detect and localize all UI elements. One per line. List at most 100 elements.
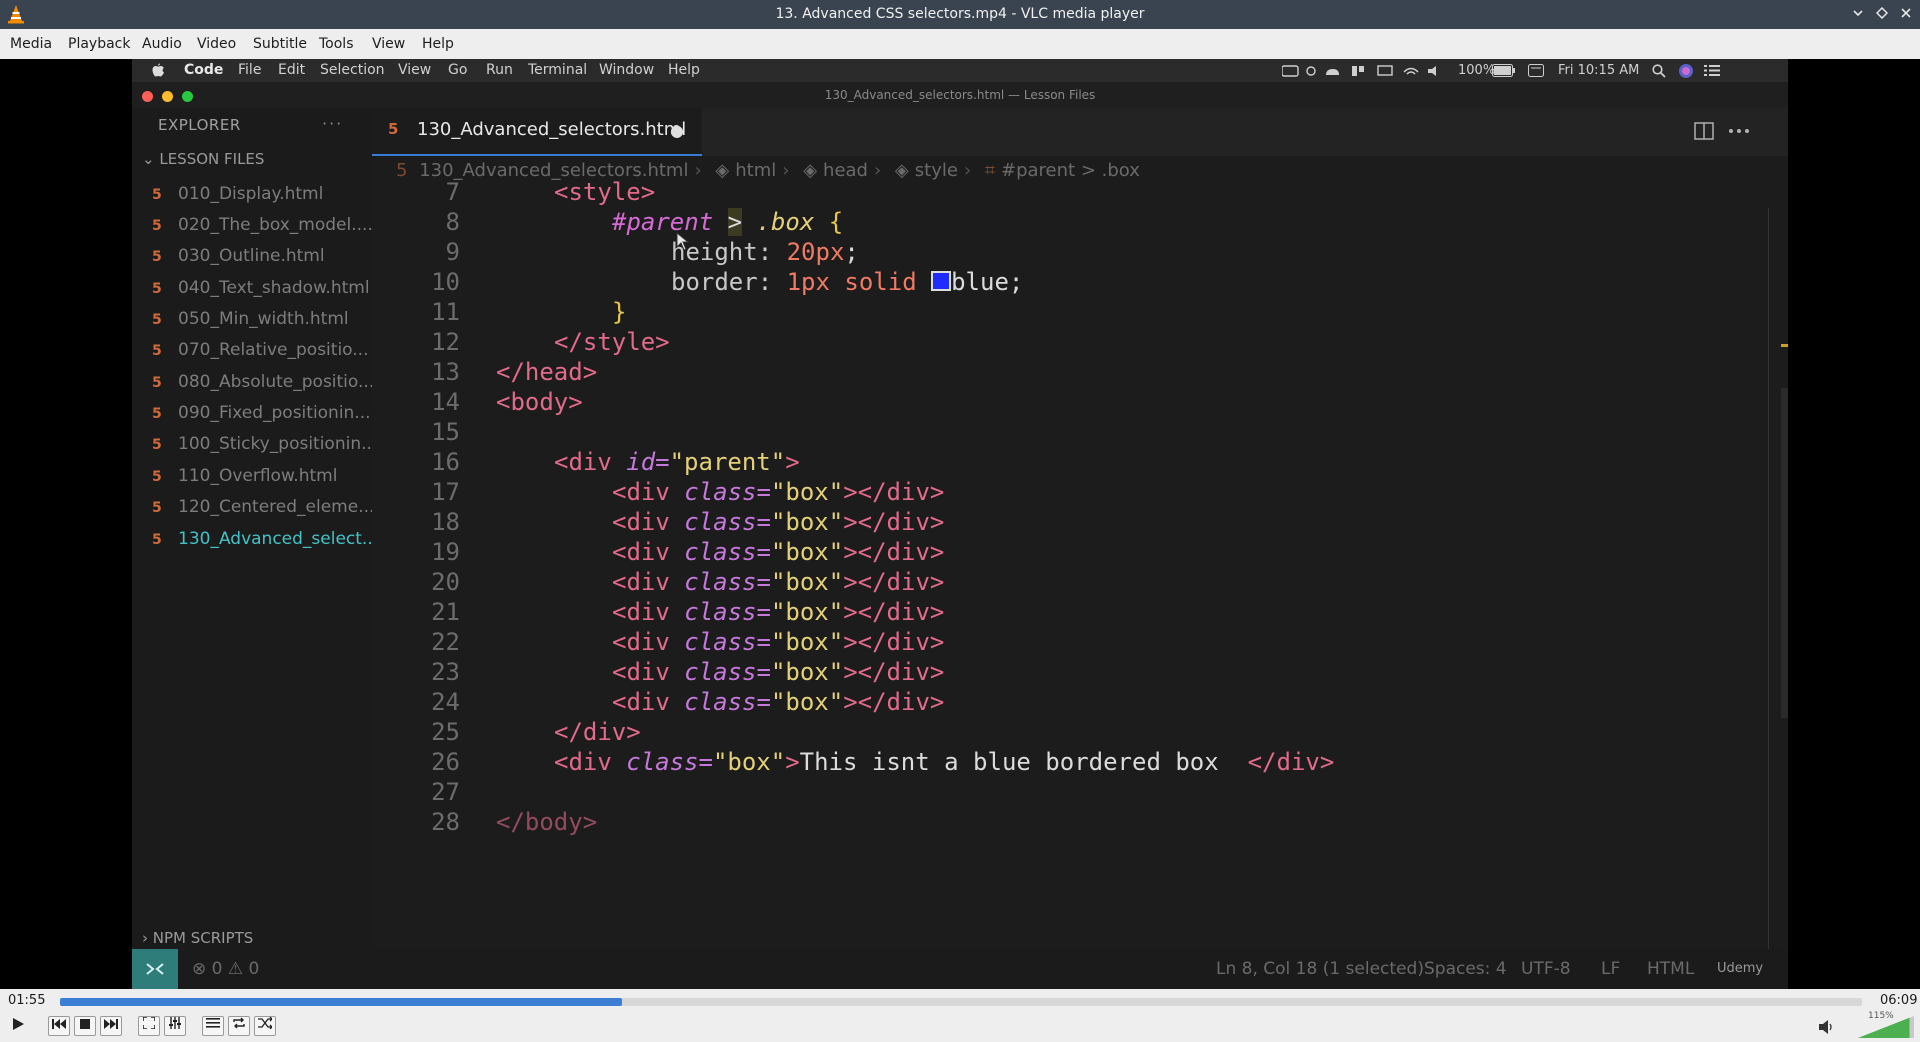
volume-level xyxy=(1858,1017,1910,1038)
html-file-icon: 5 xyxy=(152,437,162,453)
code-line: border: 1px solid blue; xyxy=(671,268,1023,296)
scroll-marker xyxy=(1781,344,1788,347)
menu-audio[interactable]: Audio xyxy=(142,29,182,59)
code-token: "box" xyxy=(770,478,844,506)
mac-app-name: Code xyxy=(184,62,224,78)
cube-icon: ◈ xyxy=(715,160,730,181)
shuffle-button[interactable] xyxy=(254,1016,276,1036)
menu-tools[interactable]: Tools xyxy=(319,29,354,59)
color-swatch-icon xyxy=(931,271,952,291)
chevron-right-icon: › xyxy=(694,160,702,181)
html-file-icon: 5 xyxy=(152,218,162,234)
explorer-sidebar: EXPLORER ··· ⌄ LESSON FILES 5 010_Display… xyxy=(132,108,372,949)
explorer-header: EXPLORER xyxy=(158,116,241,134)
previous-button[interactable] xyxy=(48,1016,70,1036)
playback-controls: 01:55 06:09 115% xyxy=(0,989,1920,1042)
next-button[interactable] xyxy=(100,1016,122,1036)
code-token: <div xyxy=(612,658,670,686)
code-line: } xyxy=(612,298,626,326)
html-file-icon: 5 xyxy=(152,343,162,359)
npm-scripts-section: › NPM SCRIPTS xyxy=(142,929,253,947)
volume-slider[interactable] xyxy=(1858,1016,1914,1038)
editor-tabs: 5 130_Advanced_selectors.html ● xyxy=(372,108,1788,156)
file-item: 5 010_Display.html xyxy=(152,179,372,210)
file-label: 100_Sticky_positionin... xyxy=(178,434,372,454)
html-file-icon: 5 xyxy=(152,312,162,328)
mac-menu-file: File xyxy=(238,62,262,78)
code-token: "box" xyxy=(770,538,844,566)
cursor-position: Ln 8, Col 18 (1 selected) xyxy=(1216,959,1424,979)
code-token: "box" xyxy=(712,748,786,776)
file-label: 020_The_box_model.... xyxy=(178,215,372,235)
maximize-button[interactable] xyxy=(1872,5,1892,25)
minimize-button[interactable] xyxy=(1848,5,1868,25)
code-token: id= xyxy=(626,448,670,476)
file-item: 5 110_Overflow.html xyxy=(152,461,372,492)
vscode-window-title: 130_Advanced_selectors.html — Lesson Fil… xyxy=(132,82,1788,108)
menu-video[interactable]: Video xyxy=(197,29,236,59)
scrollbar xyxy=(1781,388,1788,718)
menu-subtitle[interactable]: Subtitle xyxy=(253,29,307,59)
code-token: #parent xyxy=(612,208,714,236)
extended-settings-button[interactable] xyxy=(164,1016,186,1036)
menu-help[interactable]: Help xyxy=(422,29,454,59)
seek-bar[interactable] xyxy=(60,998,1862,1006)
code-line: <body> xyxy=(496,388,583,416)
playlist-button[interactable] xyxy=(202,1016,224,1036)
menu-playback[interactable]: Playback xyxy=(68,29,130,59)
code-line: <div class="box"></div> xyxy=(612,598,944,626)
code-line: <div class="box"></div> xyxy=(612,568,944,596)
code-token: .box xyxy=(756,208,815,236)
editor-tab: 5 130_Advanced_selectors.html ● xyxy=(372,108,702,156)
menu-bar: Media Playback Audio Video Subtitle Tool… xyxy=(0,29,1920,60)
code-editor: 5 130_Advanced_selectors.html ● 5 130_Ad… xyxy=(372,108,1788,949)
menu-view[interactable]: View xyxy=(372,29,405,59)
lesson-files-label: LESSON FILES xyxy=(159,150,265,168)
mouse-cursor-icon xyxy=(676,232,690,251)
playlist-icon xyxy=(206,1018,220,1028)
chevron-right-icon: › xyxy=(142,929,153,947)
file-item: 5 020_The_box_model.... xyxy=(152,210,372,241)
battery-percent: 100% xyxy=(1458,63,1496,78)
code-line: #parent > .box { xyxy=(612,208,843,236)
code-token: </body> xyxy=(496,808,598,836)
code-token: > xyxy=(785,448,800,476)
code-token: ></div> xyxy=(843,628,945,656)
play-button[interactable] xyxy=(6,1016,30,1038)
udemy-watermark: Udemy xyxy=(1717,961,1764,976)
code-token: "box" xyxy=(770,568,844,596)
cube-icon: ◈ xyxy=(803,160,818,181)
code-line: <div class="box"></div> xyxy=(612,628,944,656)
html-file-icon: 5 xyxy=(152,375,162,391)
code-token: </style> xyxy=(554,328,670,356)
speaker-icon[interactable] xyxy=(1818,1019,1836,1035)
code-token: "parent" xyxy=(669,448,786,476)
loop-button[interactable] xyxy=(228,1016,250,1036)
close-button[interactable] xyxy=(1896,5,1916,25)
code-line: <div class="box"></div> xyxy=(612,478,944,506)
elapsed-time: 01:55 xyxy=(8,993,46,1008)
code-token: ></div> xyxy=(843,568,945,596)
file-label: 110_Overflow.html xyxy=(178,466,338,486)
file-label: 130_Advanced_select... xyxy=(178,529,372,549)
chevron-down-icon xyxy=(1853,10,1863,17)
problems-count: ⊗ 0 ⚠ 0 xyxy=(192,959,260,979)
code-token: class= xyxy=(684,598,771,626)
cube-icon: ◈ xyxy=(894,160,909,181)
npm-scripts-label: NPM SCRIPTS xyxy=(152,929,254,947)
tab-label: 130_Advanced_selectors.html xyxy=(417,119,687,140)
code-line: </div> xyxy=(554,718,641,746)
shuffle-icon xyxy=(258,1016,273,1030)
notification-center-icon xyxy=(1704,65,1720,76)
video-area[interactable]: Code File Edit Selection View Go Run Ter… xyxy=(0,59,1920,989)
code-token: <div xyxy=(612,628,670,656)
code-token: class= xyxy=(684,688,771,716)
more-actions-icon xyxy=(1729,129,1749,133)
line-ending: LF xyxy=(1601,959,1621,979)
code-line: </head> xyxy=(496,358,597,386)
menu-media[interactable]: Media xyxy=(10,29,52,59)
previous-icon xyxy=(52,1019,66,1029)
stop-button[interactable] xyxy=(74,1016,96,1036)
mac-menu-window: Window xyxy=(599,62,655,78)
fullscreen-button[interactable] xyxy=(138,1016,160,1036)
